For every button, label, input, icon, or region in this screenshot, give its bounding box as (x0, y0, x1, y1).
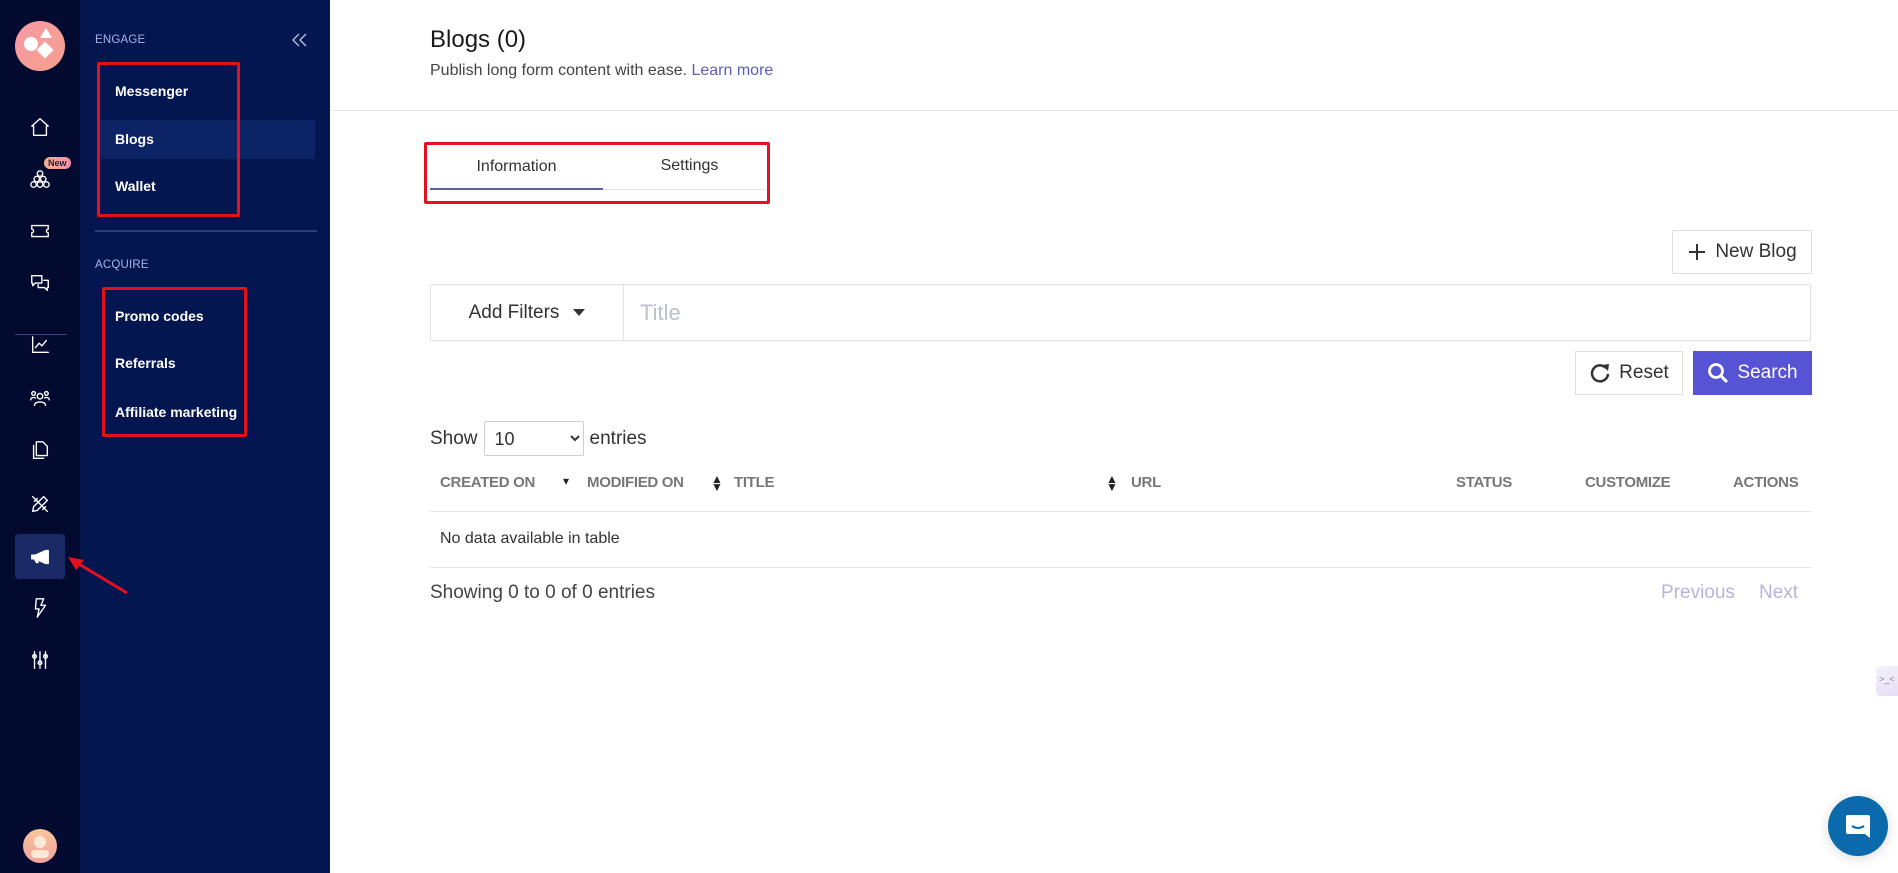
chevrons-left-icon (291, 33, 307, 47)
search-button[interactable]: Search (1693, 351, 1812, 395)
panel-divider (95, 230, 317, 232)
nav-item-messenger[interactable]: Messenger (115, 83, 188, 99)
nav-item-affiliate-marketing[interactable]: Affiliate marketing (115, 404, 237, 420)
header-divider (330, 110, 1898, 111)
add-filters-dropdown[interactable]: Add Filters (431, 285, 624, 340)
icon-rail: New (0, 0, 80, 873)
tab-information[interactable]: Information (430, 158, 603, 176)
nav-item-wallet[interactable]: Wallet (115, 178, 156, 194)
new-blog-button[interactable]: New Blog (1672, 230, 1812, 274)
user-avatar[interactable] (23, 829, 57, 863)
caret-down-icon (573, 308, 586, 316)
filter-row: Add Filters (430, 284, 1811, 341)
logo-shapes-icon (24, 28, 54, 59)
column-header-title[interactable]: TITLE (734, 474, 774, 491)
nav-item-referrals[interactable]: Referrals (115, 355, 176, 371)
page-size-select[interactable]: 10 (483, 421, 584, 456)
refresh-icon (1590, 364, 1610, 383)
chat-launcher-button[interactable] (1828, 796, 1888, 856)
sort-both-icon-down: ▼ (711, 480, 723, 494)
page-size-control: Show 10 entries (430, 421, 647, 456)
column-header-status[interactable]: STATUS (1456, 474, 1512, 491)
learn-more-link[interactable]: Learn more (691, 62, 773, 79)
column-header-created-on[interactable]: CREATED ON (440, 474, 535, 491)
page-title: Blogs (0) (430, 26, 527, 53)
nav-item-blogs[interactable]: Blogs (115, 131, 154, 147)
title-search-input[interactable] (624, 285, 1810, 340)
lightning-icon[interactable] (22, 590, 58, 626)
megaphone-icon[interactable] (15, 534, 65, 579)
side-widget-tab[interactable]: >_< (1876, 666, 1898, 696)
column-header-customize[interactable]: CUSTOMIZE (1585, 474, 1671, 491)
users-icon[interactable] (22, 380, 58, 416)
search-label: Search (1737, 362, 1798, 383)
active-tab-indicator (430, 188, 603, 190)
chat-bubble-icon (1846, 815, 1870, 838)
new-blog-label: New Blog (1715, 241, 1797, 262)
user-silhouette-icon (31, 836, 49, 858)
add-filters-label: Add Filters (468, 301, 560, 323)
annotation-arrow (68, 557, 128, 595)
previous-page-button[interactable]: Previous (1661, 582, 1735, 604)
subtitle-text: Publish long form content with ease. (430, 62, 688, 79)
entries-label: entries (589, 427, 647, 449)
section-label-engage: ENGAGE (95, 34, 146, 46)
files-icon[interactable] (22, 432, 58, 468)
tab-settings[interactable]: Settings (603, 157, 776, 175)
search-icon (1708, 363, 1729, 384)
table-header-divider (430, 511, 1811, 512)
sort-desc-icon[interactable]: ▾ (563, 474, 569, 488)
collapse-sidebar-button[interactable] (291, 32, 309, 53)
reset-button[interactable]: Reset (1575, 351, 1683, 395)
ticket-icon[interactable] (22, 213, 58, 249)
nav-item-promo-codes[interactable]: Promo codes (115, 308, 204, 324)
next-page-button[interactable]: Next (1759, 582, 1798, 604)
show-label: Show (430, 427, 478, 449)
chat-icon[interactable] (22, 265, 58, 301)
column-header-actions[interactable]: ACTIONS (1733, 474, 1799, 491)
plus-icon (1689, 244, 1706, 260)
sliders-icon[interactable] (22, 642, 58, 678)
home-icon[interactable] (22, 109, 58, 145)
app-logo[interactable] (15, 21, 65, 71)
page-subtitle: Publish long form content with ease. Lea… (430, 62, 773, 80)
table-row-divider (430, 567, 1811, 568)
column-header-url[interactable]: URL (1131, 474, 1161, 491)
table-info: Showing 0 to 0 of 0 entries (430, 582, 655, 603)
new-badge: New (44, 157, 71, 169)
design-icon[interactable] (22, 486, 58, 522)
table-empty-message: No data available in table (440, 530, 620, 547)
chart-icon[interactable] (22, 327, 58, 363)
column-header-modified-on[interactable]: MODIFIED ON (587, 474, 684, 491)
reset-label: Reset (1619, 362, 1669, 383)
section-label-acquire: ACQUIRE (95, 259, 149, 271)
sort-both-icon-down: ▼ (1106, 480, 1118, 494)
